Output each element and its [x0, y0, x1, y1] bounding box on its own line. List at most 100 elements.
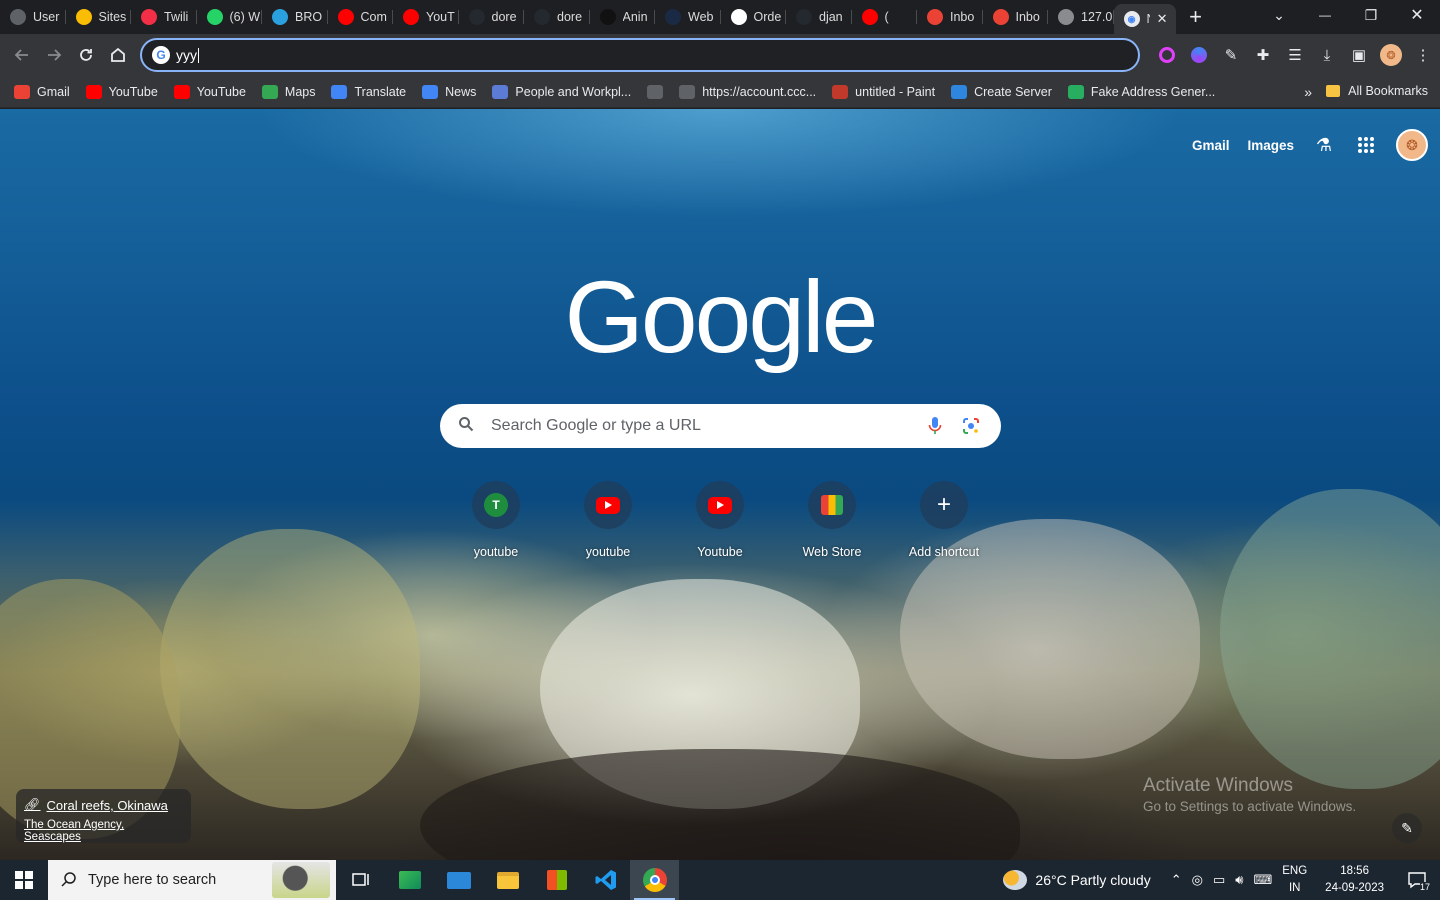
keyboard-icon[interactable]: ⌨ [1253, 872, 1272, 888]
tab-title: YouT [426, 10, 455, 24]
taskbar-search-box[interactable]: Type here to search [48, 860, 336, 900]
browser-tab[interactable]: Anin [590, 0, 656, 34]
download-icon[interactable]: ⤓ [1316, 44, 1338, 66]
watermark-title: Activate Windows [1143, 775, 1293, 796]
account-avatar[interactable]: ❂ [1396, 129, 1428, 161]
shortcut-tile[interactable]: youtube [552, 481, 664, 559]
bookmark-item[interactable]: Maps [261, 84, 316, 99]
color-picker-extension-icon[interactable] [1156, 44, 1178, 66]
shortcut-tile[interactable]: Web Store [776, 481, 888, 559]
notification-center-button[interactable]: 17 [1402, 860, 1432, 900]
taskbar-app-file-explorer[interactable] [483, 860, 532, 900]
bookmark-label: Maps [284, 84, 316, 99]
browser-tab[interactable]: 127.0 [1048, 0, 1114, 34]
labs-flask-icon[interactable]: ⚗ [1312, 133, 1336, 157]
tab-title: Anin [622, 10, 648, 24]
taskbar-app-news[interactable] [385, 860, 434, 900]
browser-tab[interactable]: YouT [393, 0, 459, 34]
browser-tab[interactable]: Sites [66, 0, 132, 34]
browser-tab[interactable]: Inbo [917, 0, 983, 34]
all-bookmarks-button[interactable]: All Bookmarks [1326, 84, 1428, 98]
voice-search-mic-icon[interactable] [923, 414, 947, 438]
start-button[interactable] [0, 860, 48, 900]
camera-icon[interactable]: ◎ [1192, 872, 1203, 888]
browser-tab[interactable]: Inbo [983, 0, 1049, 34]
reading-list-icon[interactable]: ☰ [1284, 44, 1306, 66]
search-placeholder: Search Google or type a URL [491, 417, 701, 434]
taskbar-app-vscode[interactable] [581, 860, 630, 900]
bookmark-item[interactable]: YouTube [173, 84, 246, 99]
bookmark-item[interactable]: Translate [331, 84, 406, 99]
google-lens-icon[interactable] [959, 414, 983, 438]
customize-pencil-icon[interactable]: ✎ [1392, 813, 1422, 843]
store-icon [730, 9, 747, 25]
bookmark-item[interactable]: Gmail [14, 84, 70, 99]
back-button[interactable] [6, 39, 38, 71]
bookmark-item[interactable]: YouTube [85, 84, 158, 99]
shortcut-tile[interactable]: Youtube [664, 481, 776, 559]
taskbar-app-mail[interactable] [434, 860, 483, 900]
browser-tab[interactable]: ( [852, 0, 918, 34]
task-view-button[interactable] [336, 860, 385, 900]
shortcut-label: youtube [585, 545, 631, 559]
browser-tab[interactable]: (6) W [197, 0, 263, 34]
side-panel-icon[interactable]: ▣ [1348, 44, 1370, 66]
browser-tab[interactable]: User [0, 0, 66, 34]
taskbar-app-chrome[interactable] [630, 860, 679, 900]
watermark-subtitle: Go to Settings to activate Windows. [1143, 799, 1357, 814]
eyedropper-extension-icon[interactable]: ✎ [1220, 44, 1242, 66]
attribution-credit-link[interactable]: The Ocean Agency, Seascapes [24, 819, 183, 843]
bookmark-item[interactable]: https://account.ccc... [679, 84, 816, 99]
language-indicator[interactable]: ENG IN [1282, 863, 1307, 897]
ntp-search-box[interactable]: Search Google or type a URL [440, 404, 1001, 448]
bookmark-item[interactable]: Fake Address Gener... [1067, 84, 1215, 99]
browser-tab[interactable]: Twili [131, 0, 197, 34]
new-tab-button[interactable]: + [1176, 0, 1216, 34]
weather-widget[interactable]: 26°C Partly cloudy [1003, 870, 1151, 890]
forward-button[interactable] [38, 39, 70, 71]
network-icon[interactable]: ▭ [1213, 872, 1225, 888]
tab-title: Orde [753, 10, 782, 24]
apps-grid-icon[interactable] [1354, 133, 1378, 157]
tab-search-button[interactable]: ⌄ [1256, 0, 1302, 30]
bookmarks-overflow-button[interactable]: » [1304, 84, 1312, 100]
shortcut-tile[interactable]: T youtube [440, 481, 552, 559]
bookmark-item[interactable]: Create Server [951, 84, 1052, 99]
close-tab-icon[interactable]: ✕ [1157, 11, 1168, 27]
reload-button[interactable] [70, 39, 102, 71]
menu-kebab-icon[interactable]: ⋮ [1412, 44, 1434, 66]
home-button[interactable] [102, 39, 134, 71]
attribution-title-link[interactable]: 🔗︎ Coral reefs, Okinawa [24, 797, 183, 813]
bookmark-item[interactable]: People and Workpl... [492, 84, 631, 99]
minimize-button[interactable]: — [1302, 0, 1348, 30]
chevron-up-icon[interactable]: ⌃ [1171, 872, 1182, 888]
link-icon: 🔗︎ [24, 797, 41, 812]
browser-tab[interactable]: dore [459, 0, 525, 34]
add-shortcut-button[interactable]: + Add shortcut [888, 481, 1000, 559]
browser-tab[interactable]: djan [786, 0, 852, 34]
tab-strip: User Sites Twili (6) W BRO Com YouT dore dore Ani… [0, 0, 1440, 34]
profile-avatar-icon[interactable]: ❂ [1380, 44, 1402, 66]
taskbar-app-store[interactable] [532, 860, 581, 900]
taskbar-clock[interactable]: 18:56 24-09-2023 [1325, 863, 1384, 897]
address-bar[interactable]: G yyy [140, 38, 1140, 72]
bookmark-item[interactable]: News [422, 84, 476, 99]
images-link[interactable]: Images [1247, 138, 1294, 153]
active-tab[interactable]: ◉ N ✕ [1113, 4, 1176, 34]
extensions-puzzle-icon[interactable]: ✚ [1252, 44, 1274, 66]
browser-tab[interactable]: dore [524, 0, 590, 34]
bookmark-item[interactable]: untitled - Paint [832, 84, 935, 99]
close-window-button[interactable]: ✕ [1394, 0, 1440, 30]
browser-tab[interactable]: BRO [262, 0, 328, 34]
shortcut-tiles: T youtube youtube Youtube Web Store + Ad… [440, 481, 1000, 559]
volume-icon[interactable]: 🔊︎ [1235, 872, 1243, 888]
address-bar-input[interactable]: yyy [176, 47, 199, 64]
bookmark-item[interactable] [647, 84, 664, 99]
browser-tab[interactable]: Web [655, 0, 721, 34]
browser-tab[interactable]: Com [328, 0, 394, 34]
translate-icon [331, 84, 348, 99]
browser-tab[interactable]: Orde [721, 0, 787, 34]
gmail-link[interactable]: Gmail [1192, 138, 1230, 153]
restore-button[interactable]: ❐ [1348, 0, 1394, 30]
gradient-extension-icon[interactable] [1188, 44, 1210, 66]
